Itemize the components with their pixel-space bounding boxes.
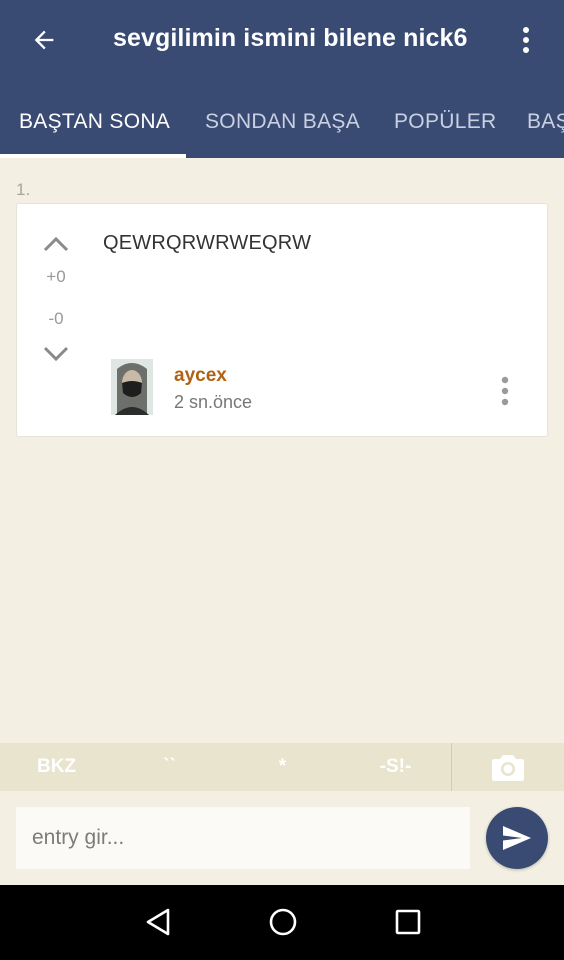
- send-icon: [503, 826, 531, 850]
- active-tab-indicator: [0, 154, 186, 158]
- tab-bas[interactable]: BAŞ: [527, 110, 564, 134]
- circle-home-icon: [269, 908, 297, 936]
- entry-menu-button[interactable]: [495, 374, 515, 408]
- chevron-down-icon: [43, 346, 69, 362]
- page-title: sevgilimin ismini bilene nick6: [113, 24, 468, 52]
- upvote-button[interactable]: [41, 232, 71, 256]
- hidden-bkz-button[interactable]: ``: [113, 743, 226, 791]
- sort-tabs: BAŞTAN SONA SONDAN BAŞA POPÜLER BAŞ: [0, 80, 564, 158]
- tab-bastan-sona[interactable]: BAŞTAN SONA: [19, 110, 170, 134]
- toolbar: sevgilimin ismini bilene nick6: [0, 0, 564, 80]
- camera-icon: [492, 755, 524, 781]
- square-recents-icon: [395, 909, 421, 935]
- bkz-button[interactable]: BKZ: [0, 743, 113, 791]
- entry-text: QEWRQRWRWEQRW: [103, 232, 312, 254]
- send-button[interactable]: [486, 807, 548, 869]
- spoiler-button[interactable]: -S!-: [339, 743, 452, 791]
- system-recents-button[interactable]: [386, 902, 430, 942]
- app-bar: sevgilimin ismini bilene nick6 BAŞTAN SO…: [0, 0, 564, 158]
- composer: [0, 791, 564, 885]
- entry-card: +0 -0 QEWRQRWRWEQRW aycex 2 sn.önce: [16, 203, 548, 437]
- entry-timestamp: 2 sn.önce: [174, 392, 253, 412]
- downvote-count: -0: [48, 309, 64, 328]
- star-button[interactable]: *: [226, 743, 339, 791]
- system-nav-bar: [0, 885, 564, 960]
- tab-sondan-basa[interactable]: SONDAN BAŞA: [205, 110, 360, 134]
- format-toolbar: BKZ `` * -S!-: [0, 743, 564, 791]
- triangle-back-icon: [146, 908, 170, 936]
- system-home-button[interactable]: [261, 902, 305, 942]
- back-button[interactable]: [22, 20, 66, 60]
- more-vert-icon: [501, 376, 509, 406]
- avatar-image: [111, 359, 153, 415]
- arrow-left-icon: [34, 30, 54, 50]
- author-name[interactable]: aycex: [174, 365, 227, 387]
- camera-button[interactable]: [452, 743, 564, 791]
- entry-number: 1.: [16, 180, 31, 199]
- downvote-button[interactable]: [41, 342, 71, 366]
- more-vert-icon: [523, 27, 529, 53]
- chevron-up-icon: [43, 236, 69, 252]
- entry-input[interactable]: [16, 807, 470, 869]
- upvote-count: +0: [46, 267, 66, 286]
- system-back-button[interactable]: [136, 902, 180, 942]
- overflow-menu-button[interactable]: [510, 20, 542, 60]
- avatar[interactable]: [111, 359, 153, 415]
- tab-populer[interactable]: POPÜLER: [394, 110, 496, 134]
